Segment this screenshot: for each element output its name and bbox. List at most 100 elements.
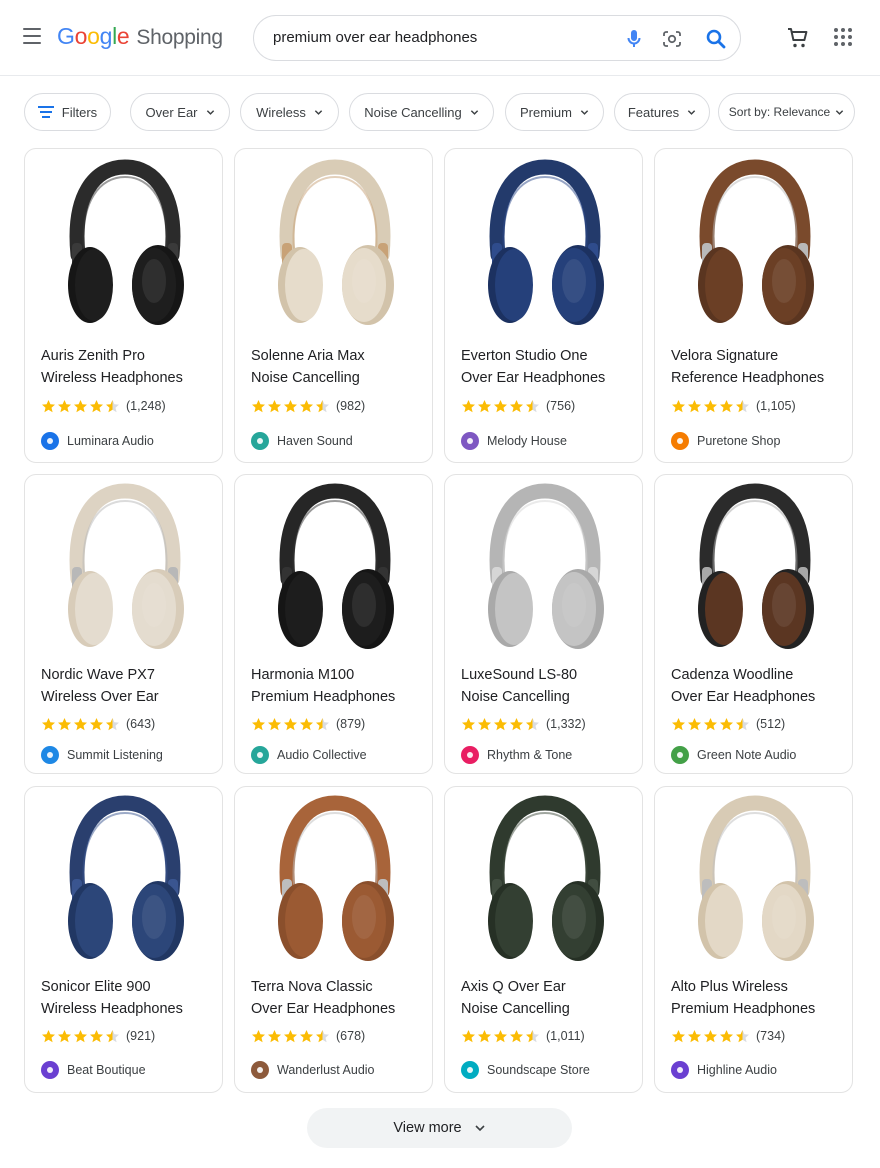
star-half-icon xyxy=(526,1029,539,1042)
product-card[interactable]: Velora Signature Reference Headphones (1… xyxy=(654,148,853,463)
star-full-icon xyxy=(284,717,297,730)
store-name[interactable]: Melody House xyxy=(461,432,567,450)
store-name[interactable]: Green Note Audio xyxy=(671,746,796,764)
star-full-icon xyxy=(688,399,701,412)
store-name[interactable]: Highline Audio xyxy=(671,1061,777,1079)
star-rating xyxy=(461,1029,540,1044)
filter-chip-over-ear[interactable]: Over Ear xyxy=(130,93,230,131)
search-input[interactable] xyxy=(273,29,603,46)
product-title[interactable]: Cadenza Woodline Over Ear Headphones xyxy=(671,664,847,708)
product-image[interactable] xyxy=(655,787,852,976)
store-name[interactable]: Soundscape Store xyxy=(461,1061,590,1079)
star-half-icon xyxy=(736,399,749,412)
review-count: (734) xyxy=(756,1029,786,1043)
product-card[interactable]: Auris Zenith Pro Wireless Headphones (1,… xyxy=(24,148,223,463)
star-rating xyxy=(41,1029,120,1044)
product-title[interactable]: Everton Studio One Over Ear Headphones xyxy=(461,345,637,389)
product-card[interactable]: Axis Q Over Ear Noise Cancelling (1,011)… xyxy=(444,786,643,1093)
store-label: Soundscape Store xyxy=(487,1063,590,1077)
menu-icon[interactable] xyxy=(22,28,44,48)
product-title[interactable]: Harmonia M100 Premium Headphones xyxy=(251,664,427,708)
product-card[interactable]: Harmonia M100 Premium Headphones (879) A… xyxy=(234,474,433,774)
music-note-logo-icon xyxy=(461,746,479,764)
review-count: (512) xyxy=(756,717,786,731)
star-full-icon xyxy=(510,1029,523,1042)
product-title[interactable]: Nordic Wave PX7 Wireless Over Ear xyxy=(41,664,217,708)
product-card[interactable]: Everton Studio One Over Ear Headphones (… xyxy=(444,148,643,463)
mountain-logo-icon xyxy=(41,746,59,764)
apps-grid-icon[interactable] xyxy=(833,27,853,47)
store-name[interactable]: Rhythm & Tone xyxy=(461,746,572,764)
store-name[interactable]: Puretone Shop xyxy=(671,432,780,450)
product-image[interactable] xyxy=(235,475,432,664)
view-more-label: View more xyxy=(393,1120,462,1136)
product-title[interactable]: Alto Plus Wireless Premium Headphones xyxy=(671,976,847,1020)
product-title[interactable]: Terra Nova Classic Over Ear Headphones xyxy=(251,976,427,1020)
chevron-down-icon xyxy=(836,109,844,115)
star-full-icon xyxy=(494,717,507,730)
product-image[interactable] xyxy=(25,150,222,340)
star-full-icon xyxy=(42,399,55,412)
product-rating: (921) xyxy=(41,1028,155,1044)
product-card[interactable]: Cadenza Woodline Over Ear Headphones (51… xyxy=(654,474,853,774)
product-title-line: Over Ear Headphones xyxy=(671,689,816,705)
product-title[interactable]: Velora Signature Reference Headphones xyxy=(671,345,847,389)
product-image[interactable] xyxy=(25,475,222,664)
product-title[interactable]: LuxeSound LS-80 Noise Cancelling xyxy=(461,664,637,708)
product-image[interactable] xyxy=(25,787,222,976)
product-card[interactable]: Terra Nova Classic Over Ear Headphones (… xyxy=(234,786,433,1093)
product-image[interactable] xyxy=(445,150,642,340)
shopping-cart-icon[interactable] xyxy=(786,26,810,50)
product-card[interactable]: LuxeSound LS-80 Noise Cancelling (1,332)… xyxy=(444,474,643,774)
product-image[interactable] xyxy=(655,150,852,340)
product-title[interactable]: Solenne Aria Max Noise Cancelling xyxy=(251,345,427,389)
product-image[interactable] xyxy=(235,150,432,340)
star-full-icon xyxy=(42,717,55,730)
store-name[interactable]: Audio Collective xyxy=(251,746,367,764)
filters-button[interactable]: Filters xyxy=(24,93,111,131)
product-title[interactable]: Sonicor Elite 900 Wireless Headphones xyxy=(41,976,217,1020)
filter-chip-features[interactable]: Features xyxy=(614,93,710,131)
filter-chip-noise-cancelling[interactable]: Noise Cancelling xyxy=(349,93,494,131)
sort-dropdown[interactable]: Sort by: Relevance xyxy=(718,93,855,131)
store-name[interactable]: Summit Listening xyxy=(41,746,163,764)
product-image[interactable] xyxy=(655,475,852,664)
star-full-icon xyxy=(462,717,475,730)
product-rating: (734) xyxy=(671,1028,785,1044)
headphones-image xyxy=(67,795,184,961)
google-shopping-logo[interactable]: Google Shopping xyxy=(57,23,223,50)
product-rating: (1,332) xyxy=(461,716,586,732)
hexagon-logo-icon xyxy=(461,1061,479,1079)
product-rating: (643) xyxy=(41,716,155,732)
product-card[interactable]: Nordic Wave PX7 Wireless Over Ear (643) … xyxy=(24,474,223,774)
view-more-button[interactable]: View more xyxy=(307,1108,572,1148)
store-name[interactable]: Haven Sound xyxy=(251,432,353,450)
search-icon[interactable] xyxy=(704,27,728,51)
filter-chip-premium[interactable]: Premium xyxy=(505,93,604,131)
star-half-icon xyxy=(316,399,329,412)
microphone-icon[interactable] xyxy=(622,27,646,51)
star-full-icon xyxy=(268,399,281,412)
star-full-icon xyxy=(90,717,103,730)
product-card[interactable]: Alto Plus Wireless Premium Headphones (7… xyxy=(654,786,853,1093)
product-image[interactable] xyxy=(445,475,642,664)
store-name[interactable]: Luminara Audio xyxy=(41,432,154,450)
product-image[interactable] xyxy=(235,787,432,976)
tone-logo-icon xyxy=(671,432,689,450)
logo-letter: o xyxy=(74,23,88,49)
product-image[interactable] xyxy=(445,787,642,976)
filter-chip-wireless[interactable]: Wireless xyxy=(240,93,339,131)
store-name[interactable]: Wanderlust Audio xyxy=(251,1061,375,1079)
review-count: (1,248) xyxy=(126,399,166,413)
review-count: (643) xyxy=(126,717,156,731)
product-title[interactable]: Axis Q Over Ear Noise Cancelling xyxy=(461,976,637,1020)
product-title[interactable]: Auris Zenith Pro Wireless Headphones xyxy=(41,345,217,389)
star-half-icon xyxy=(736,1029,749,1042)
store-name[interactable]: Beat Boutique xyxy=(41,1061,146,1079)
camera-lens-icon[interactable] xyxy=(660,27,684,51)
product-title-line: Noise Cancelling xyxy=(251,370,360,386)
product-rating: (512) xyxy=(671,716,785,732)
product-card[interactable]: Solenne Aria Max Noise Cancelling (982) … xyxy=(234,148,433,463)
product-card[interactable]: Sonicor Elite 900 Wireless Headphones (9… xyxy=(24,786,223,1093)
review-count: (982) xyxy=(336,399,366,413)
